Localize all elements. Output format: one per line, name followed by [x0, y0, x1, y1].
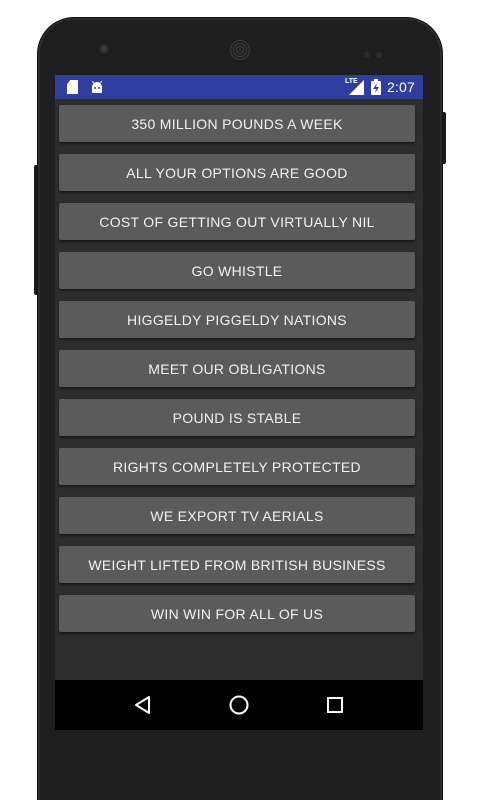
phrase-button[interactable]: HIGGELDY PIGGELDY NATIONS: [59, 301, 415, 338]
lte-signal-icon: LTE: [345, 78, 365, 96]
back-icon: [135, 696, 150, 714]
phrase-button[interactable]: COST OF GETTING OUT VIRTUALLY NIL: [59, 203, 415, 240]
phrase-button[interactable]: ALL YOUR OPTIONS ARE GOOD: [59, 154, 415, 191]
phrase-button[interactable]: RIGHTS COMPLETELY PROTECTED: [59, 448, 415, 485]
status-bar: LTE 2:07: [55, 75, 423, 99]
recents-icon: [327, 697, 343, 713]
system-status-icons: LTE 2:07: [345, 77, 415, 97]
device-frame-stage: LTE 2:07 350 MILLION POUNDS A WEEK ALL Y…: [0, 0, 480, 800]
phrase-button[interactable]: WIN WIN FOR ALL OF US: [59, 595, 415, 632]
battery-charging-icon: [370, 79, 381, 95]
device-screen: LTE 2:07 350 MILLION POUNDS A WEEK ALL Y…: [55, 75, 423, 730]
notification-icons: [67, 79, 104, 95]
android-debug-icon: [90, 80, 104, 94]
home-icon: [229, 695, 249, 715]
proximity-sensors: [364, 45, 388, 58]
back-button[interactable]: [123, 685, 163, 725]
phrase-button[interactable]: WEIGHT LIFTED FROM BRITISH BUSINESS: [59, 546, 415, 583]
front-camera: [99, 44, 109, 54]
status-clock: 2:07: [386, 79, 415, 95]
phrase-button[interactable]: 350 MILLION POUNDS A WEEK: [59, 105, 415, 142]
navigation-bar: [55, 680, 423, 730]
phrase-button[interactable]: WE EXPORT TV AERIALS: [59, 497, 415, 534]
phrase-button[interactable]: MEET OUR OBLIGATIONS: [59, 350, 415, 387]
phrase-button-list: 350 MILLION POUNDS A WEEK ALL YOUR OPTIO…: [59, 105, 419, 644]
recents-button[interactable]: [315, 685, 355, 725]
phrase-button[interactable]: POUND IS STABLE: [59, 399, 415, 436]
earpiece-speaker: [230, 40, 250, 60]
sd-card-icon: [67, 80, 78, 94]
phrase-button[interactable]: GO WHISTLE: [59, 252, 415, 289]
home-button[interactable]: [219, 685, 259, 725]
